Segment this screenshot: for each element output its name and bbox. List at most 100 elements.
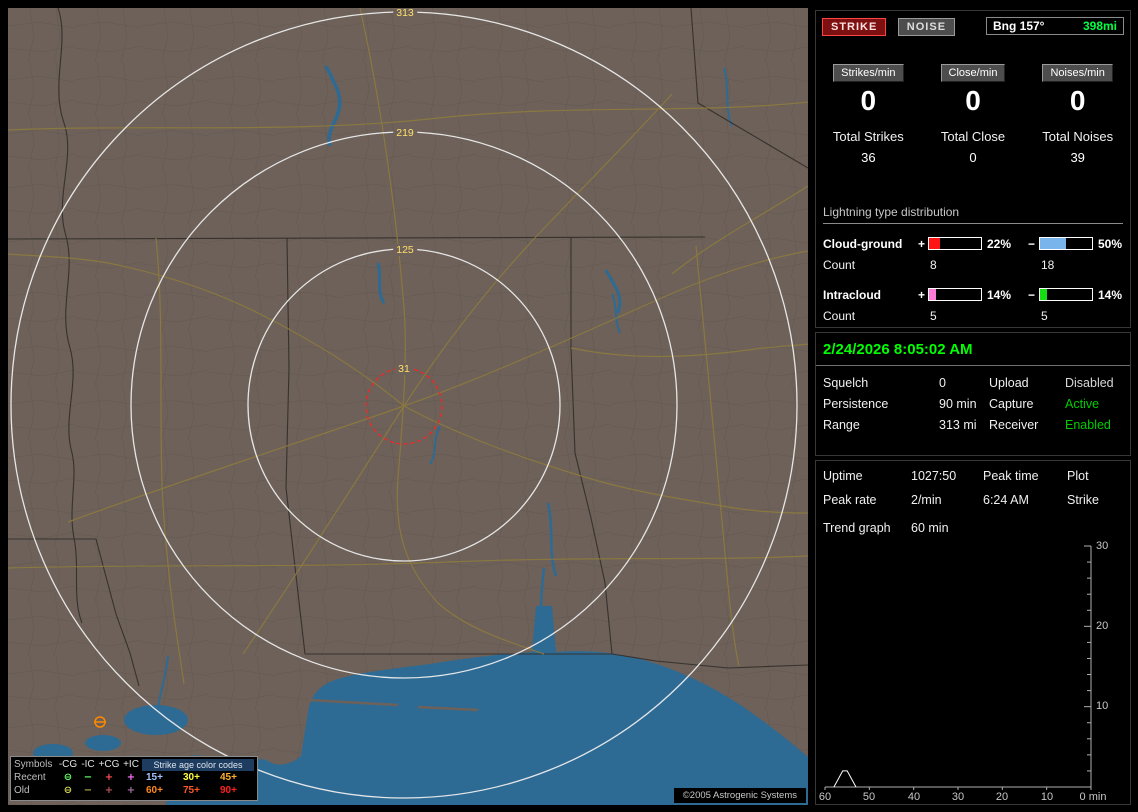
cg-count-label: Count (823, 258, 856, 272)
bearing-range: 398mi (1082, 19, 1117, 33)
x-tick-60: 60 (818, 791, 832, 803)
strikes-per-min-button[interactable]: Strikes/min (833, 64, 904, 82)
recent-cg-pos-icon: + (104, 772, 114, 783)
y-tick-10: 10 (1096, 700, 1109, 712)
total-close-label: Total Close (940, 129, 1006, 144)
trend-graph-plot (824, 545, 1092, 790)
cg-minus-bar (1039, 237, 1093, 250)
uptime-label: Uptime (823, 469, 863, 483)
persistence-value: 90 min (939, 397, 977, 411)
age-45: 45+ (220, 772, 237, 783)
y-tick-30: 30 (1096, 540, 1109, 552)
ring-label-31: 31 (395, 363, 413, 375)
ic-minus-bar (1039, 288, 1093, 301)
recent-ic-neg-icon: − (83, 772, 93, 783)
plot-label: Plot (1067, 469, 1089, 483)
map-legend: Symbols -CG -IC +CG +IC Strike age color… (10, 756, 258, 801)
upload-label: Upload (989, 376, 1029, 390)
ic-minus-sign: − (1027, 287, 1035, 302)
bearing-label: Bng 157° (993, 19, 1045, 33)
old-ic-pos-icon: + (126, 785, 136, 796)
ic-count-label: Count (823, 309, 856, 323)
clock: 2/24/2026 8:05:02 AM (816, 333, 1130, 366)
cg-minus-pct: 50% (1098, 236, 1123, 251)
total-noises-label: Total Noises (1042, 129, 1114, 144)
ring-label-125: 125 (393, 244, 417, 256)
x-tick-40: 40 (907, 791, 921, 803)
capture-label: Capture (989, 397, 1034, 411)
receiver-value: Enabled (1065, 418, 1111, 432)
trend-stats: Uptime 1027:50 Peak time Plot Peak rate … (816, 461, 1130, 507)
status-panel: 2/24/2026 8:05:02 AM Squelch 0 Upload Di… (815, 332, 1131, 456)
legend-type-cg-pos: +CG (98, 759, 120, 770)
cg-plus-sign: + (917, 236, 925, 251)
age-60: 60+ (146, 785, 163, 796)
peak-rate-value: 2/min (911, 493, 942, 507)
settings-grid: Squelch 0 Upload Disabled Persistence 90… (816, 366, 1130, 442)
age-30: 30+ (183, 772, 200, 783)
capture-value: Active (1065, 397, 1100, 411)
trend-panel: Uptime 1027:50 Peak time Plot Peak rate … (815, 460, 1131, 805)
noises-per-min-button[interactable]: Noises/min (1042, 64, 1113, 82)
ic-minus-count: 5 (1041, 309, 1048, 323)
legend-type-cg-neg: -CG (58, 759, 78, 770)
legend-old-label: Old (14, 785, 30, 796)
rate-columns: Strikes/min 0 Total Strikes 36 Close/min… (816, 63, 1130, 165)
age-90: 90+ (220, 785, 237, 796)
total-close-value: 0 (969, 150, 977, 165)
squelch-value: 0 (939, 376, 946, 390)
x-tick-30: 30 (951, 791, 965, 803)
x-tick-50: 50 (862, 791, 876, 803)
x-tick-10: 10 (1040, 791, 1054, 803)
peak-rate-label: Peak rate (823, 493, 877, 507)
total-noises-value: 39 (1070, 150, 1085, 165)
distribution-title: Lightning type distribution (823, 205, 1123, 224)
peak-time-value: 6:24 AM (983, 493, 1029, 507)
trend-graph-label: Trend graph (823, 521, 891, 535)
noises-per-min-value: 0 (1069, 85, 1086, 116)
old-cg-pos-icon: + (104, 785, 114, 796)
receiver-label: Receiver (989, 418, 1039, 432)
uptime-value: 1027:50 (911, 469, 957, 483)
cloud-ground-label: Cloud-ground (823, 236, 903, 251)
persistence-label: Persistence (823, 397, 889, 411)
copyright-text: ©2005 Astrogenic Systems (673, 788, 806, 803)
legend-symbols-header: Symbols (14, 759, 53, 770)
cg-minus-sign: − (1027, 236, 1035, 251)
map-canvas[interactable]: 313 219 125 31 Symbols -CG -IC +CG +IC S… (8, 8, 808, 805)
close-per-min-button[interactable]: Close/min (940, 64, 1006, 82)
total-strikes-value: 36 (861, 150, 876, 165)
cg-minus-count: 18 (1041, 258, 1055, 272)
old-cg-neg-icon: ⊖ (63, 785, 73, 796)
recent-ic-pos-icon: + (126, 772, 136, 783)
old-ic-neg-icon: − (83, 785, 93, 796)
ic-plus-count: 5 (930, 309, 937, 323)
x-tick-20: 20 (995, 791, 1009, 803)
strike-stats-panel: STRIKE NOISE Bng 157° 398mi Strikes/min … (815, 10, 1131, 328)
lightning-distribution: Lightning type distribution Cloud-ground… (823, 205, 1123, 335)
cg-plus-pct: 22% (987, 236, 1012, 251)
app-window: 313 219 125 31 Symbols -CG -IC +CG +IC S… (0, 0, 1138, 812)
ic-minus-pct: 14% (1098, 287, 1123, 302)
age-75: 75+ (183, 785, 200, 796)
strike-toggle-button[interactable]: STRIKE (822, 18, 887, 36)
y-tick-20: 20 (1096, 620, 1109, 632)
noise-toggle-button[interactable]: NOISE (897, 18, 956, 36)
total-strikes-label: Total Strikes (832, 129, 904, 144)
plot-value: Strike (1067, 493, 1099, 507)
legend-age-header: Strike age color codes (142, 758, 254, 771)
recent-cg-neg-icon: ⊖ (63, 772, 73, 783)
intracloud-label: Intracloud (823, 287, 882, 302)
x-tick-0: 0 min (1079, 791, 1107, 803)
legend-type-ic-neg: -IC (81, 759, 95, 770)
upload-value: Disabled (1065, 376, 1114, 390)
ring-label-219: 219 (393, 127, 417, 139)
legend-recent-label: Recent (14, 772, 46, 783)
ic-plus-sign: + (917, 287, 925, 302)
age-15: 15+ (146, 772, 163, 783)
strikes-per-min-value: 0 (860, 85, 877, 116)
legend-type-ic-pos: +IC (123, 759, 139, 770)
ic-plus-pct: 14% (987, 287, 1012, 302)
range-value: 313 mi (939, 418, 977, 432)
range-label: Range (823, 418, 860, 432)
